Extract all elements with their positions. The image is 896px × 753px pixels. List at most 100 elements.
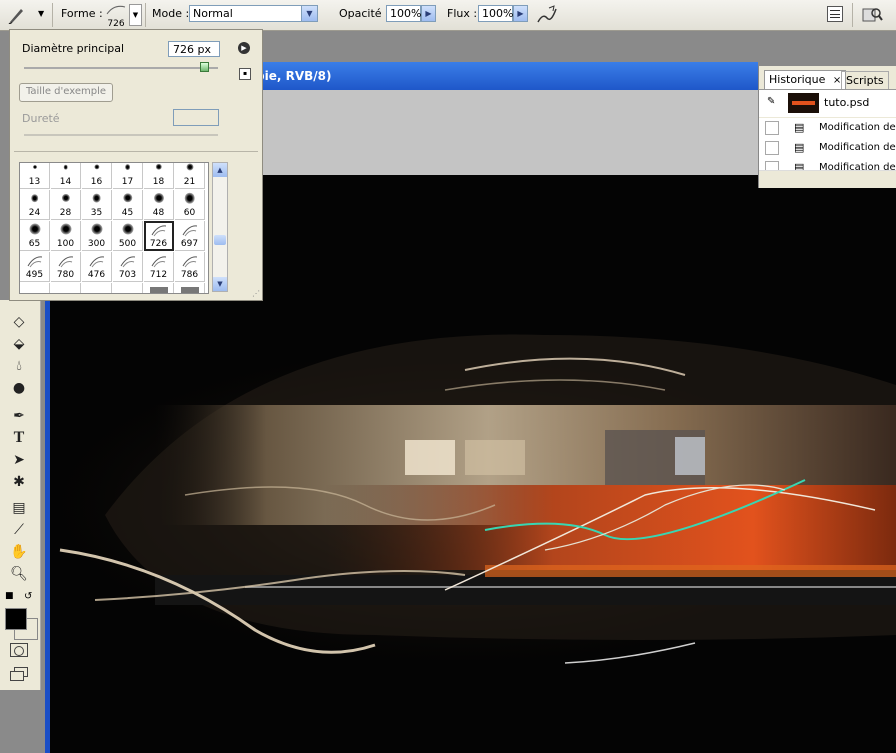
brush-preset[interactable]: 100 <box>51 221 81 251</box>
brush-preset[interactable]: 45 <box>113 190 143 220</box>
square-brush-icon <box>149 287 168 293</box>
history-state-row[interactable]: ▤ Modification de la <box>759 118 896 139</box>
brush-preset[interactable]: 28 <box>51 190 81 220</box>
round-brush-icon <box>91 223 102 235</box>
scroll-thumb[interactable] <box>214 235 226 245</box>
preset-scrollbar[interactable]: ▲ ▼ <box>212 162 228 292</box>
zoom-icon[interactable]: 🔍︎ <box>8 564 30 584</box>
diameter-slider-handle[interactable] <box>200 62 209 72</box>
brush-preset[interactable]: 697 <box>175 221 205 251</box>
eraser-icon[interactable]: ◇ <box>8 312 30 332</box>
diameter-slider-track[interactable] <box>24 67 218 69</box>
brush-preset-size: 13 <box>28 177 41 187</box>
brush-preset[interactable]: 786 <box>175 252 205 282</box>
resize-grip-icon[interactable]: ⋰ <box>252 289 260 298</box>
history-state-row[interactable]: ▤ Modification de la <box>759 138 896 159</box>
eyedropper-icon[interactable]: ⟋ <box>8 520 30 540</box>
custom-shape-icon[interactable]: ✱ <box>8 472 30 492</box>
tab-scripts[interactable]: Scripts <box>841 71 889 89</box>
quick-mask-icon[interactable] <box>10 643 28 657</box>
brush-preset[interactable]: 18 <box>144 163 174 189</box>
divider <box>14 151 258 152</box>
brush-preset[interactable]: 24 <box>20 190 50 220</box>
brush-preset[interactable] <box>82 283 112 293</box>
brush-preset[interactable]: 300 <box>82 221 112 251</box>
paint-bucket-icon[interactable]: ⬙ <box>8 334 30 354</box>
brush-label: Forme : <box>61 7 103 20</box>
palette-well-icon[interactable] <box>827 6 843 22</box>
tool-preset-arrow-icon[interactable]: ▼ <box>38 9 44 18</box>
dodge-icon[interactable]: ● <box>8 378 30 398</box>
chevron-down-icon[interactable]: ▼ <box>301 6 317 21</box>
picker-menu-icon[interactable]: ▶ <box>238 42 250 54</box>
save-preset-icon[interactable]: ▪ <box>239 68 251 80</box>
path-selection-icon[interactable]: ➤ <box>8 450 30 470</box>
tab-historique[interactable]: Historique × <box>764 70 847 89</box>
brush-preset-size: 16 <box>90 177 103 187</box>
brush-preset[interactable]: 780 <box>51 252 81 282</box>
flow-slider-button[interactable]: ▶ <box>513 5 528 22</box>
sample-size-button[interactable]: Taille d'exemple <box>19 83 113 102</box>
brush-preset[interactable] <box>175 283 205 293</box>
brush-preset[interactable]: 65 <box>20 221 50 251</box>
brush-preset[interactable] <box>113 283 143 293</box>
history-state-row[interactable]: ▤ Modification de la <box>759 158 896 171</box>
notes-icon[interactable]: ▤ <box>8 498 30 518</box>
brush-size-readout: 726 <box>107 19 125 29</box>
swap-colors-icon[interactable]: ↺ <box>24 591 32 602</box>
airbrush-icon[interactable] <box>535 3 559 27</box>
hand-icon[interactable]: ✋ <box>8 542 30 562</box>
custom-brush-icon <box>150 254 168 271</box>
foreground-color-swatch[interactable] <box>5 608 27 630</box>
toolbox: ◇ ⬙ 💧︎ ● ✒ T ➤ ✱ ▤ ⟋ ✋ 🔍︎ ■ ↺ <box>0 300 41 690</box>
scroll-down-icon[interactable]: ▼ <box>213 277 227 291</box>
brush-preset[interactable]: 48 <box>144 190 174 220</box>
brush-preset[interactable]: 21 <box>175 163 205 189</box>
opacity-label: Opacité : <box>339 7 389 20</box>
history-source-checkbox[interactable] <box>765 141 779 155</box>
brush-preset[interactable]: 703 <box>113 252 143 282</box>
brush-preset[interactable] <box>144 283 174 293</box>
brush-preset[interactable]: 495 <box>20 252 50 282</box>
brush-preset[interactable] <box>51 283 81 293</box>
snapshot-name: tuto.psd <box>824 96 870 109</box>
brush-picker-dropdown-button[interactable]: ▼ <box>129 4 142 26</box>
brush-preset[interactable]: 14 <box>51 163 81 189</box>
mode-select[interactable]: Normal ▼ <box>189 5 318 22</box>
opacity-slider-button[interactable]: ▶ <box>421 5 436 22</box>
history-brush-source-icon[interactable]: ✎ <box>767 96 781 110</box>
scroll-up-icon[interactable]: ▲ <box>213 163 227 177</box>
brush-tool-icon[interactable] <box>6 4 28 26</box>
round-brush-icon <box>32 165 37 169</box>
brush-preset[interactable]: 17 <box>113 163 143 189</box>
default-colors-icon[interactable]: ■ <box>5 591 14 601</box>
file-browser-icon[interactable] <box>861 4 883 24</box>
brush-preview[interactable]: 726 <box>104 2 128 29</box>
flow-input[interactable]: 100% <box>478 5 513 22</box>
pen-icon[interactable]: ✒ <box>8 406 30 426</box>
brush-preset[interactable]: 712 <box>144 252 174 282</box>
brush-preset[interactable]: 35 <box>82 190 112 220</box>
brush-preset[interactable]: 500 <box>113 221 143 251</box>
master-diameter-input[interactable]: 726 px <box>168 41 220 57</box>
brush-preset-size: 28 <box>59 208 72 218</box>
brush-preset-size: 476 <box>87 270 106 280</box>
history-source-checkbox[interactable] <box>765 161 779 170</box>
type-icon[interactable]: T <box>8 428 30 448</box>
brush-preset[interactable]: 476 <box>82 252 112 282</box>
history-snapshot-row[interactable]: ✎ tuto.psd <box>759 89 896 117</box>
history-source-checkbox[interactable] <box>765 121 779 135</box>
brush-preset[interactable]: 60 <box>175 190 205 220</box>
brush-preset[interactable]: 16 <box>82 163 112 189</box>
brush-preset[interactable]: 13 <box>20 163 50 189</box>
brush-preset[interactable] <box>20 283 50 293</box>
screen-mode-icon[interactable] <box>10 667 28 681</box>
brush-preset-size: 786 <box>180 270 199 280</box>
brush-preset[interactable]: 726 <box>144 221 174 251</box>
blur-icon[interactable]: 💧︎ <box>8 356 30 376</box>
brush-preset-size: 495 <box>25 270 44 280</box>
hardness-slider-track <box>24 134 218 136</box>
custom-brush-icon <box>181 223 199 240</box>
opacity-input[interactable]: 100% <box>386 5 421 22</box>
brush-preset-size: 712 <box>149 270 168 280</box>
